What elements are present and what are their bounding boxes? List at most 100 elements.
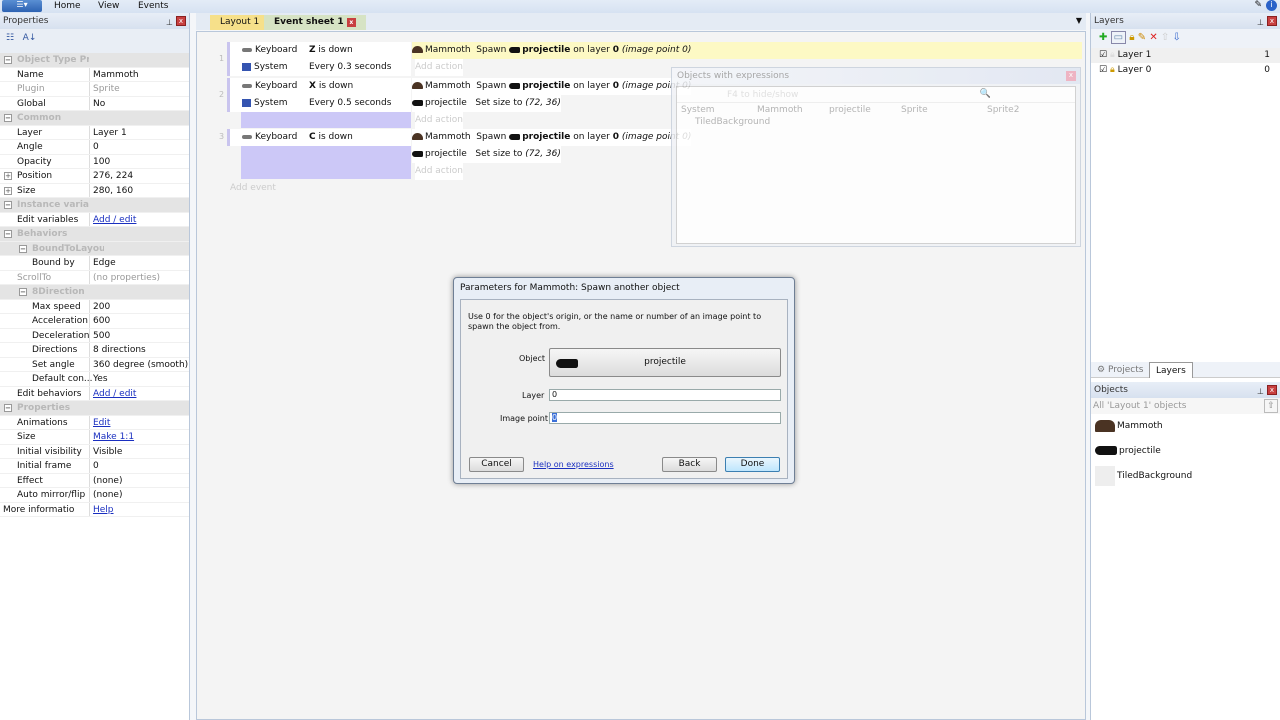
property-category[interactable]: −Instance variables	[0, 198, 189, 213]
tab-layers[interactable]: Layers	[1149, 362, 1193, 378]
property-row[interactable]: Global No	[0, 96, 189, 111]
action-setsize[interactable]: projectile Set size to (72, 36)	[412, 146, 561, 163]
collapse-icon[interactable]: −	[19, 288, 27, 296]
up-folder-icon[interactable]: ⇧	[1264, 399, 1278, 413]
app-menu-button[interactable]: ☰▾	[2, 0, 42, 12]
property-row[interactable]: Directions 8 directions	[0, 343, 189, 358]
tab-projects[interactable]: ⚙ Projects	[1097, 365, 1143, 375]
property-row[interactable]: + Position 276, 224	[0, 169, 189, 184]
add-action[interactable]: Add action	[415, 112, 463, 129]
info-icon[interactable]: i	[1266, 0, 1277, 11]
owe-object-item[interactable]: Sprite2	[987, 105, 1019, 115]
condition-text[interactable]: Every 0.5 seconds	[309, 95, 391, 112]
lock-icon[interactable]: 🔒︎	[1129, 32, 1134, 43]
property-row[interactable]: Auto mirror/flip (none)	[0, 488, 189, 503]
layer-row[interactable]: ☑ 🔒︎ Layer 0 0	[1091, 63, 1280, 78]
tab-event-sheet-1[interactable]: Event sheet 1 x	[264, 15, 366, 30]
tab-layout-1[interactable]: Layout 1	[210, 15, 270, 30]
property-row[interactable]: Plugin Sprite	[0, 82, 189, 97]
property-row[interactable]: Bound by Edge	[0, 256, 189, 271]
property-value[interactable]: Edit	[93, 416, 110, 430]
sort-alpha-icon[interactable]: A↓	[23, 33, 37, 43]
property-category[interactable]: − BoundToLayout	[0, 241, 189, 256]
property-row[interactable]: Edit behaviors Add / edit	[0, 386, 189, 401]
property-row[interactable]: Size Make 1:1	[0, 430, 189, 445]
ribbon-tab-events[interactable]: Events	[138, 0, 168, 12]
property-row[interactable]: Acceleration 600	[0, 314, 189, 329]
property-row[interactable]: Angle 0	[0, 140, 189, 155]
collapse-icon[interactable]: −	[4, 230, 12, 238]
property-row[interactable]: + Size 280, 160	[0, 183, 189, 198]
close-icon[interactable]: x	[1267, 16, 1277, 26]
close-tab-icon[interactable]: x	[346, 18, 356, 27]
object-item[interactable]: projectile	[1091, 439, 1280, 464]
close-icon[interactable]: x	[176, 16, 186, 26]
pin-icon[interactable]: ⊥	[1257, 15, 1264, 31]
event-2-conditions[interactable]: Keyboard X is down System Every 0.5 seco…	[227, 78, 411, 112]
tabs-dropdown-icon[interactable]: ▼	[1076, 16, 1082, 25]
visible-checkbox[interactable]: ☑	[1099, 50, 1107, 60]
categorized-icon[interactable]: ☷	[6, 33, 14, 43]
event-1-conditions[interactable]: Keyboard Z is down System Every 0.3 seco…	[227, 42, 411, 76]
property-category[interactable]: − Common	[0, 111, 189, 126]
ribbon-tab-home[interactable]: Home	[54, 0, 81, 12]
help-on-expressions-link[interactable]: Help on expressions	[533, 460, 614, 469]
done-button[interactable]: Done	[725, 457, 780, 472]
collapse-icon[interactable]: −	[4, 56, 12, 64]
property-row[interactable]: Animations Edit	[0, 415, 189, 430]
layer-view-icon[interactable]: ▭	[1110, 31, 1127, 44]
property-row[interactable]: ScrollTo (no properties)	[0, 270, 189, 285]
property-value[interactable]: Help	[93, 503, 114, 517]
layer-row[interactable]: ☑ 🔒︎ Layer 1 1	[1091, 48, 1280, 63]
move-up-icon[interactable]: ⇧	[1161, 32, 1169, 43]
property-row[interactable]: Deceleration 500	[0, 328, 189, 343]
add-action[interactable]: Add action	[415, 163, 463, 180]
property-row[interactable]: Initial frame 0	[0, 459, 189, 474]
object-picker-button[interactable]: projectile	[549, 348, 781, 377]
delete-icon[interactable]: ✕	[1149, 32, 1157, 43]
tool-icon[interactable]: ✎	[1254, 0, 1262, 10]
collapse-icon[interactable]: −	[4, 114, 12, 122]
property-row[interactable]: Name Mammoth	[0, 67, 189, 82]
property-row[interactable]: Initial visibility Visible	[0, 444, 189, 459]
owe-object-item[interactable]: System	[681, 105, 715, 115]
owe-close-icon[interactable]: x	[1066, 71, 1076, 81]
owe-object-item[interactable]: Mammoth	[757, 105, 803, 115]
collapse-icon[interactable]: −	[19, 244, 27, 253]
search-icon[interactable]: 🔍	[980, 89, 991, 99]
condition-text[interactable]: Every 0.3 seconds	[309, 59, 391, 76]
property-row[interactable]: More information Help	[0, 502, 189, 517]
action-spawn[interactable]: Mammoth Spawn projectile on layer 0 (ima…	[412, 42, 1082, 59]
object-item[interactable]: Mammoth	[1091, 414, 1280, 439]
event-3-conditions[interactable]: Keyboard C is down	[227, 129, 411, 146]
owe-object-item[interactable]: TiledBackground	[695, 117, 770, 127]
collapse-icon[interactable]: −	[4, 404, 12, 412]
property-row[interactable]: Max speed 200	[0, 299, 189, 314]
property-row[interactable]: Layer Layer 1	[0, 125, 189, 140]
add-event[interactable]: Add event	[230, 183, 276, 193]
image-point-input[interactable]: 0	[549, 412, 781, 424]
property-row[interactable]: Default con... Yes	[0, 372, 189, 387]
collapse-icon[interactable]: −	[4, 201, 12, 209]
cancel-button[interactable]: Cancel	[469, 457, 524, 472]
property-category[interactable]: − Properties	[0, 401, 189, 416]
property-value[interactable]: Make 1:1	[93, 430, 134, 444]
edit-icon[interactable]: ✎	[1138, 32, 1146, 43]
layer-input[interactable]: 0	[549, 389, 781, 401]
action-spawn[interactable]: Mammoth Spawn projectile on layer 0 (ima…	[412, 78, 692, 95]
property-category[interactable]: −8Direction	[0, 285, 189, 300]
action-spawn[interactable]: Mammoth Spawn projectile on layer 0 (ima…	[412, 129, 692, 146]
action-setsize[interactable]: projectile Set size to (72, 36)	[412, 95, 561, 112]
move-down-icon[interactable]: ⇩	[1172, 32, 1180, 43]
back-button[interactable]: Back	[662, 457, 717, 472]
object-item[interactable]: TiledBackground	[1091, 464, 1280, 489]
close-icon[interactable]: x	[1267, 385, 1277, 395]
owe-object-item[interactable]: Sprite	[901, 105, 928, 115]
owe-object-item[interactable]: projectile	[829, 105, 871, 115]
property-category[interactable]: − Behaviors	[0, 227, 189, 242]
property-row[interactable]: Edit variables Add / edit	[0, 212, 189, 227]
add-action[interactable]: Add action	[415, 59, 463, 76]
property-value[interactable]: Add / edit	[93, 213, 136, 227]
property-value[interactable]: Add / edit	[93, 387, 136, 401]
visible-checkbox[interactable]: ☑	[1099, 65, 1107, 75]
